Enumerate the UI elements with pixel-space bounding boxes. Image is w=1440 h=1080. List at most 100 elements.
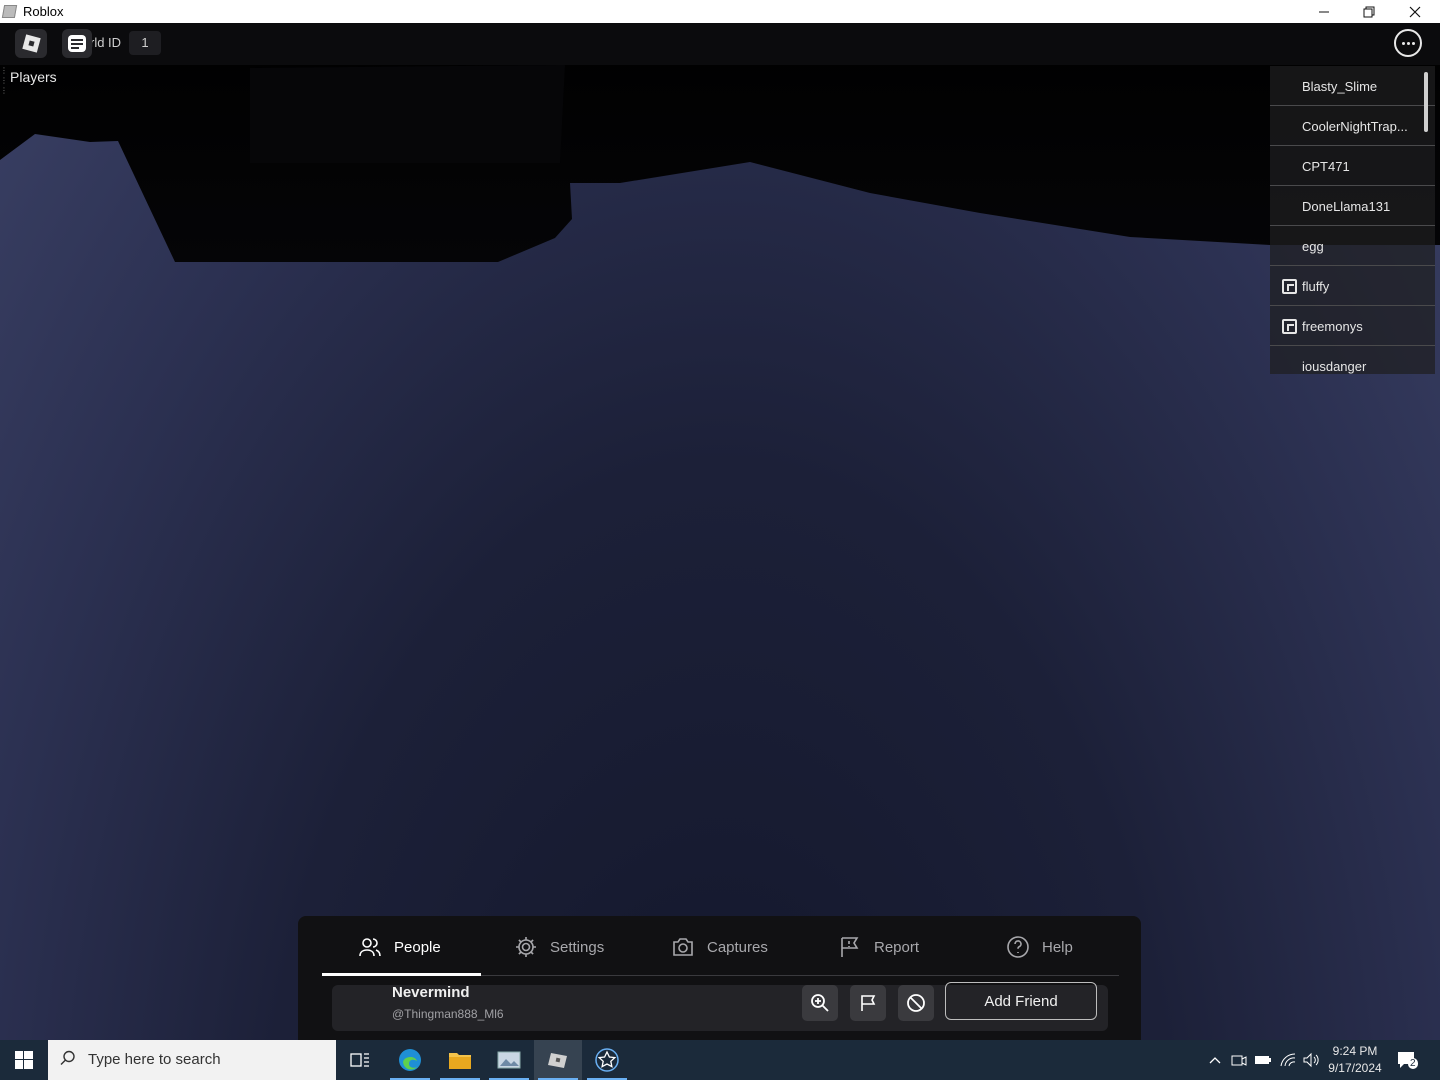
person-display-name: Nevermind bbox=[392, 984, 470, 1001]
chevron-up-icon bbox=[1209, 1057, 1221, 1064]
player-list-scrollbar[interactable] bbox=[1424, 72, 1428, 132]
player-row[interactable]: iousdanger bbox=[1270, 346, 1435, 374]
roblox-app-icon bbox=[1, 5, 18, 18]
menu-tabs: People Settings Captures Report Help bbox=[322, 918, 1119, 976]
flag-icon bbox=[841, 937, 859, 957]
people-icon bbox=[359, 938, 381, 957]
window-titlebar: Roblox bbox=[0, 0, 1440, 23]
camera-tray-icon bbox=[1231, 1055, 1247, 1066]
battery-icon bbox=[1255, 1056, 1271, 1064]
tab-label: Captures bbox=[707, 938, 768, 956]
notification-count-badge: 2 bbox=[1408, 1058, 1418, 1069]
player-name: Blasty_Slime bbox=[1302, 79, 1378, 94]
tab-settings[interactable]: Settings bbox=[514, 918, 604, 976]
player-name: egg bbox=[1302, 239, 1324, 254]
drag-handle[interactable]: ⋮ ⋮ ⋮ bbox=[0, 66, 10, 114]
report-player-button[interactable] bbox=[850, 985, 886, 1021]
more-options-button[interactable] bbox=[1394, 29, 1422, 57]
player-name: fluffy bbox=[1302, 279, 1330, 294]
game-scene bbox=[0, 23, 1440, 262]
restore-icon bbox=[1363, 6, 1375, 17]
tab-report[interactable]: Report bbox=[838, 918, 919, 976]
player-name: iousdanger bbox=[1302, 359, 1367, 374]
notification-center-button[interactable]: 2 bbox=[1396, 1050, 1418, 1070]
taskbar-file-explorer[interactable] bbox=[436, 1040, 484, 1080]
person-username: @Thingman888_Ml6 bbox=[392, 1007, 504, 1021]
players-label: Players bbox=[10, 69, 57, 85]
player-row[interactable]: egg bbox=[1270, 226, 1435, 266]
player-row[interactable]: Blasty_Slime bbox=[1270, 66, 1435, 106]
roblox-menu-button[interactable] bbox=[15, 29, 47, 58]
player-row[interactable]: CoolerNightTrap... bbox=[1270, 106, 1435, 146]
add-friend-button[interactable]: Add Friend bbox=[945, 982, 1097, 1020]
wifi-icon bbox=[1280, 1053, 1296, 1067]
block-button[interactable] bbox=[898, 985, 934, 1021]
player-row[interactable]: DoneLlama131 bbox=[1270, 186, 1435, 226]
player-name: DoneLlama131 bbox=[1302, 199, 1391, 214]
windows-logo-icon bbox=[15, 1051, 33, 1069]
star-badge-icon bbox=[595, 1048, 619, 1072]
camera-icon bbox=[673, 938, 693, 956]
tray-battery[interactable] bbox=[1252, 1040, 1274, 1080]
roblox-topbar bbox=[0, 23, 1440, 65]
close-icon bbox=[1409, 6, 1421, 17]
show-hidden-icons-button[interactable] bbox=[1204, 1040, 1226, 1080]
zoom-in-icon bbox=[811, 994, 829, 1012]
player-list[interactable]: Blasty_Slime CoolerNightTrap... CPT471 D… bbox=[1270, 66, 1435, 374]
player-name: CPT471 bbox=[1302, 159, 1350, 174]
world-id-label: rld ID bbox=[90, 35, 122, 50]
task-view-button[interactable] bbox=[336, 1040, 384, 1080]
premium-icon bbox=[1282, 279, 1297, 294]
player-row[interactable]: fluffy bbox=[1270, 266, 1435, 306]
player-name: CoolerNightTrap... bbox=[1302, 119, 1408, 134]
tab-label: People bbox=[394, 938, 441, 956]
edge-icon bbox=[399, 1049, 421, 1071]
tray-network[interactable] bbox=[1277, 1040, 1299, 1080]
taskbar-roblox-studio[interactable] bbox=[583, 1040, 631, 1080]
more-icon bbox=[1401, 41, 1405, 45]
windows-taskbar: Type here to search 9:24 PM 9/17/2024 2 bbox=[0, 1040, 1440, 1080]
task-view-icon bbox=[350, 1053, 369, 1067]
active-tab-indicator bbox=[322, 973, 481, 976]
player-row[interactable]: freemonys bbox=[1270, 306, 1435, 346]
photos-icon bbox=[497, 1051, 521, 1069]
chat-icon bbox=[68, 35, 86, 52]
clock-time: 9:24 PM bbox=[1332, 1044, 1378, 1058]
minimize-button[interactable] bbox=[1301, 0, 1347, 23]
speaker-icon bbox=[1303, 1052, 1319, 1068]
flag-icon bbox=[861, 995, 876, 1011]
premium-icon bbox=[1282, 319, 1297, 334]
tab-help[interactable]: Help bbox=[1006, 918, 1073, 976]
search-icon bbox=[60, 1050, 75, 1065]
help-icon bbox=[1007, 936, 1029, 958]
search-placeholder: Type here to search bbox=[88, 1051, 221, 1068]
start-button[interactable] bbox=[0, 1040, 48, 1080]
taskbar-clock[interactable]: 9:24 PM 9/17/2024 bbox=[1322, 1043, 1388, 1077]
roblox-icon bbox=[548, 1053, 567, 1068]
player-row[interactable]: CPT471 bbox=[1270, 146, 1435, 186]
close-button[interactable] bbox=[1392, 0, 1438, 23]
tray-volume[interactable] bbox=[1300, 1040, 1322, 1080]
taskbar-photos[interactable] bbox=[485, 1040, 533, 1080]
restore-button[interactable] bbox=[1346, 0, 1392, 23]
taskbar-edge[interactable] bbox=[386, 1040, 434, 1080]
window-title: Roblox bbox=[23, 4, 64, 19]
chat-button[interactable] bbox=[62, 29, 92, 58]
world-id-value: 1 bbox=[129, 31, 161, 55]
tab-captures[interactable]: Captures bbox=[671, 918, 768, 976]
tab-people[interactable]: People bbox=[358, 918, 441, 976]
minimize-icon bbox=[1319, 11, 1329, 12]
tab-label: Help bbox=[1042, 938, 1073, 956]
tab-label: Settings bbox=[550, 938, 605, 956]
tab-label: Report bbox=[874, 938, 920, 956]
game-viewport[interactable] bbox=[0, 23, 1440, 1040]
tray-meet-now[interactable] bbox=[1228, 1040, 1250, 1080]
player-name: freemonys bbox=[1302, 319, 1363, 334]
block-icon bbox=[907, 994, 925, 1012]
inspect-button[interactable] bbox=[802, 985, 838, 1021]
roblox-logo-icon bbox=[21, 34, 41, 53]
clock-date: 9/17/2024 bbox=[1328, 1061, 1382, 1075]
gear-icon bbox=[516, 937, 536, 957]
taskbar-roblox[interactable] bbox=[534, 1040, 582, 1080]
taskbar-search-input[interactable]: Type here to search bbox=[48, 1040, 336, 1080]
